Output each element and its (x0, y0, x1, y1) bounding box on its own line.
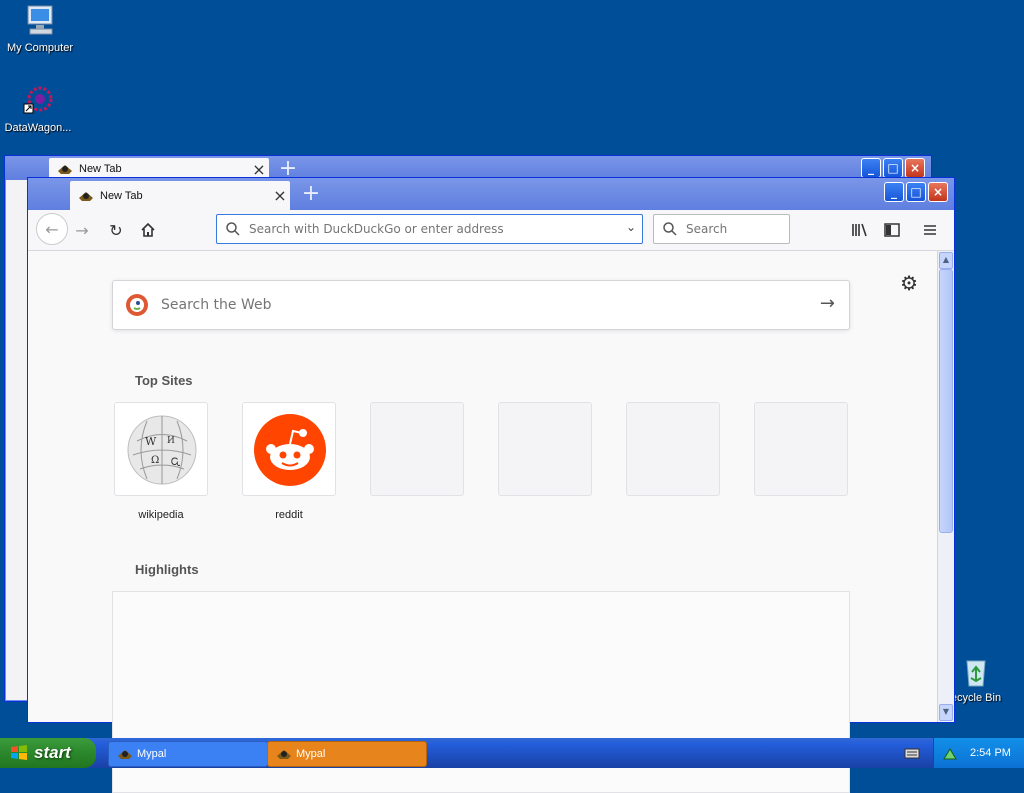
top-site-tile-empty[interactable] (370, 402, 464, 496)
start-button[interactable]: start (0, 738, 96, 768)
top-site-tile-empty[interactable] (754, 402, 848, 496)
taskbar-item-label: Mypal (296, 748, 326, 760)
taskbar-item-label: Mypal (137, 748, 167, 760)
top-sites-title: Top Sites (135, 373, 193, 388)
tab-new-tab[interactable]: New Tab × (70, 181, 290, 210)
wikipedia-icon: W И Ω Ꮹ (127, 415, 197, 485)
top-site-label: reddit (275, 509, 303, 521)
top-site-label: wikipedia (138, 509, 184, 521)
top-site-tile-reddit[interactable] (242, 402, 336, 496)
start-label: start (34, 743, 71, 762)
desktop-icon-my-computer[interactable]: My Computer (0, 2, 80, 54)
vertical-scrollbar[interactable]: ▲ ▼ (937, 251, 954, 722)
search-bar[interactable] (653, 214, 790, 244)
top-site-tile-empty[interactable] (498, 402, 592, 496)
mypal-icon (277, 750, 291, 759)
nav-toolbar: ← → ↻ ⌄ (28, 210, 954, 251)
mypal-icon (118, 750, 132, 759)
taskbar-item-mypal-active[interactable]: Mypal (267, 741, 427, 767)
svg-text:И: И (167, 436, 175, 446)
arrow-right-icon[interactable]: → (820, 293, 835, 314)
keyboard-icon[interactable] (904, 746, 920, 763)
new-tab-plus-icon[interactable]: + (298, 181, 324, 207)
computer-icon (27, 5, 53, 35)
scroll-up-icon[interactable]: ▲ (939, 252, 953, 269)
svg-text:W: W (145, 435, 157, 448)
minimize-button[interactable]: _ (884, 182, 904, 202)
system-tray: 2:54 PM (933, 738, 1024, 768)
new-tab-page: ⚙ → Top Sites W И Ω Ꮹ wikipedia (28, 251, 938, 793)
mypal-favicon-icon (58, 165, 72, 174)
settings-gear-icon[interactable]: ⚙ (900, 271, 918, 295)
search-input[interactable] (684, 221, 788, 237)
tab-strip: New Tab × + _ □ × (28, 178, 954, 210)
maximize-button[interactable]: □ (883, 158, 903, 178)
reddit-icon (254, 414, 326, 486)
desktop-icon-label: My Computer (6, 42, 74, 54)
chevron-down-icon[interactable]: ⌄ (626, 220, 636, 234)
taskbar-item-mypal[interactable]: Mypal (108, 741, 268, 767)
mypal-favicon-icon (79, 191, 93, 201)
web-search-box[interactable]: → (112, 280, 850, 330)
tab-close-icon[interactable]: × (249, 160, 269, 179)
top-site-tile-empty[interactable] (626, 402, 720, 496)
maximize-button[interactable]: □ (906, 182, 926, 202)
desktop-icon-datawagon[interactable]: DataWagon... (0, 84, 78, 134)
tab-title: New Tab (79, 163, 122, 175)
sidebar-icon[interactable] (880, 218, 904, 242)
back-icon[interactable]: ← (36, 213, 68, 245)
network-icon[interactable] (942, 745, 958, 761)
search-icon (226, 222, 240, 236)
home-icon[interactable] (136, 218, 160, 242)
url-bar[interactable]: ⌄ (216, 214, 643, 244)
duckduckgo-icon (126, 294, 148, 316)
reload-icon[interactable]: ↻ (104, 218, 128, 242)
search-icon (663, 222, 677, 236)
windows-logo-icon (11, 745, 27, 760)
highlights-title: Highlights (135, 562, 199, 577)
close-button[interactable]: × (928, 182, 948, 202)
browser-window-front[interactable]: New Tab × + _ □ × ← → ↻ ⌄ (27, 177, 955, 793)
top-site-tile-wikipedia[interactable]: W И Ω Ꮹ (114, 402, 208, 496)
tab-close-icon[interactable]: × (270, 186, 290, 205)
svg-text:Ꮹ: Ꮹ (171, 457, 181, 468)
minimize-button[interactable]: _ (861, 158, 881, 178)
tab-title: New Tab (100, 189, 143, 202)
menu-icon[interactable] (918, 218, 942, 242)
close-button[interactable]: × (905, 158, 925, 178)
svg-text:Ω: Ω (151, 455, 159, 466)
scroll-down-icon[interactable]: ▼ (939, 704, 953, 721)
recycle-bin-icon (966, 660, 986, 687)
datawagon-icon (23, 86, 53, 114)
forward-icon[interactable]: → (70, 218, 94, 242)
url-input[interactable] (247, 221, 611, 237)
web-search-input[interactable] (159, 296, 803, 314)
desktop-icon-label: DataWagon... (4, 122, 72, 134)
library-icon[interactable] (848, 218, 872, 242)
scrollbar-thumb[interactable] (939, 269, 953, 533)
taskbar: start Mypal Mypal 2:54 PM (0, 738, 1024, 768)
clock[interactable]: 2:54 PM (970, 747, 1011, 759)
